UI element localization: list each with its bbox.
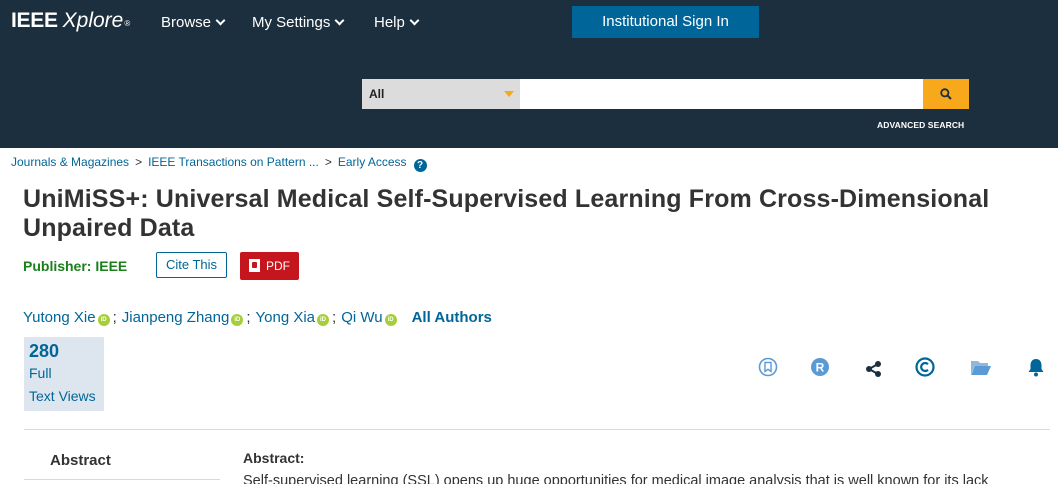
breadcrumb-early-access[interactable]: Early Access bbox=[338, 155, 407, 169]
alert-bell-icon[interactable] bbox=[1025, 356, 1049, 380]
nav-my-settings[interactable]: My Settings bbox=[252, 13, 345, 33]
publisher-label: Publisher: bbox=[23, 258, 92, 274]
svg-text:R: R bbox=[816, 361, 825, 375]
views-count: 280 bbox=[29, 341, 60, 361]
institutional-sign-in-button[interactable]: Institutional Sign In bbox=[572, 6, 759, 38]
author-link[interactable]: Yong Xia bbox=[256, 309, 316, 326]
folder-icon[interactable] bbox=[969, 356, 993, 380]
orcid-icon[interactable]: iD bbox=[231, 314, 244, 326]
ieee-xplore-logo[interactable]: IEEE Xplore® bbox=[11, 8, 130, 34]
breadcrumb: Journals & Magazines > IEEE Transactions o… bbox=[11, 154, 427, 172]
pdf-button-label: PDF bbox=[266, 259, 290, 273]
rights-icon[interactable]: R bbox=[809, 356, 833, 380]
advanced-search-link[interactable]: ADVANCED SEARCH bbox=[877, 120, 964, 130]
breadcrumb-journals-magazines[interactable]: Journals & Magazines bbox=[11, 155, 129, 169]
cite-this-button[interactable]: Cite This bbox=[156, 252, 227, 278]
section-divider bbox=[24, 429, 1050, 430]
views-label-line1: Full bbox=[29, 365, 52, 381]
views-label-line2: Text Views bbox=[29, 388, 96, 404]
breadcrumb-ieee-transactions[interactable]: IEEE Transactions on Pattern ... bbox=[148, 155, 319, 169]
author-link[interactable]: Jianpeng Zhang bbox=[122, 309, 230, 326]
logo-brand: IEEE bbox=[11, 9, 58, 32]
nav-my-settings-label: My Settings bbox=[252, 14, 331, 31]
pdf-file-icon bbox=[249, 259, 260, 272]
bookmark-icon[interactable] bbox=[757, 356, 781, 380]
search-scope-select[interactable]: All bbox=[362, 79, 520, 109]
full-text-views-metric[interactable]: 280 Full Text Views bbox=[24, 337, 104, 411]
abstract-text: Self-supervised learning (SSL) opens up … bbox=[243, 473, 989, 484]
author-separator: ; bbox=[246, 309, 251, 326]
chevron-down-icon bbox=[409, 15, 420, 26]
author-list: Yutong Xie iD; Jianpeng Zhang iD; Yong Xia iD… bbox=[23, 308, 492, 328]
help-icon[interactable]: ? bbox=[413, 159, 427, 172]
breadcrumb-separator: > bbox=[324, 155, 332, 169]
share-icon[interactable] bbox=[863, 356, 887, 380]
nav-help[interactable]: Help bbox=[374, 13, 420, 33]
orcid-icon[interactable]: iD bbox=[384, 314, 397, 326]
author-separator: ; bbox=[112, 309, 117, 326]
author-link[interactable]: Qi Wu bbox=[341, 309, 382, 326]
publisher-info: Publisher: IEEE bbox=[23, 258, 127, 274]
logo-registered-mark: ® bbox=[124, 19, 131, 28]
pdf-button[interactable]: PDF bbox=[240, 252, 299, 280]
sidebar-divider bbox=[24, 479, 220, 480]
dropdown-triangle-icon bbox=[504, 91, 514, 97]
nav-browse-label: Browse bbox=[161, 14, 212, 31]
orcid-icon[interactable]: iD bbox=[317, 314, 330, 326]
author-link[interactable]: Yutong Xie bbox=[23, 309, 96, 326]
sidebar-item-abstract[interactable]: Abstract bbox=[50, 452, 111, 469]
chevron-down-icon bbox=[215, 15, 226, 26]
breadcrumb-separator: > bbox=[135, 155, 143, 169]
all-authors-link[interactable]: All Authors bbox=[412, 309, 492, 326]
search-scope-value: All bbox=[369, 87, 385, 101]
logo-product: Xplore bbox=[62, 9, 124, 32]
search-icon bbox=[940, 88, 952, 100]
orcid-icon[interactable]: iD bbox=[97, 314, 110, 326]
article-title: UniMiSS+: Universal Medical Self-Supervi… bbox=[23, 185, 990, 242]
nav-help-label: Help bbox=[374, 14, 405, 31]
author-separator: ; bbox=[332, 309, 337, 326]
search-input[interactable] bbox=[520, 79, 923, 109]
publisher-name: IEEE bbox=[95, 258, 128, 274]
abstract-heading: Abstract: bbox=[243, 450, 305, 466]
site-header: IEEE Xplore® Browse My Settings Help Inst… bbox=[0, 0, 1058, 148]
chevron-down-icon bbox=[334, 15, 345, 26]
nav-browse[interactable]: Browse bbox=[161, 13, 226, 33]
search-button[interactable] bbox=[923, 79, 969, 109]
copyright-icon[interactable] bbox=[914, 356, 938, 380]
